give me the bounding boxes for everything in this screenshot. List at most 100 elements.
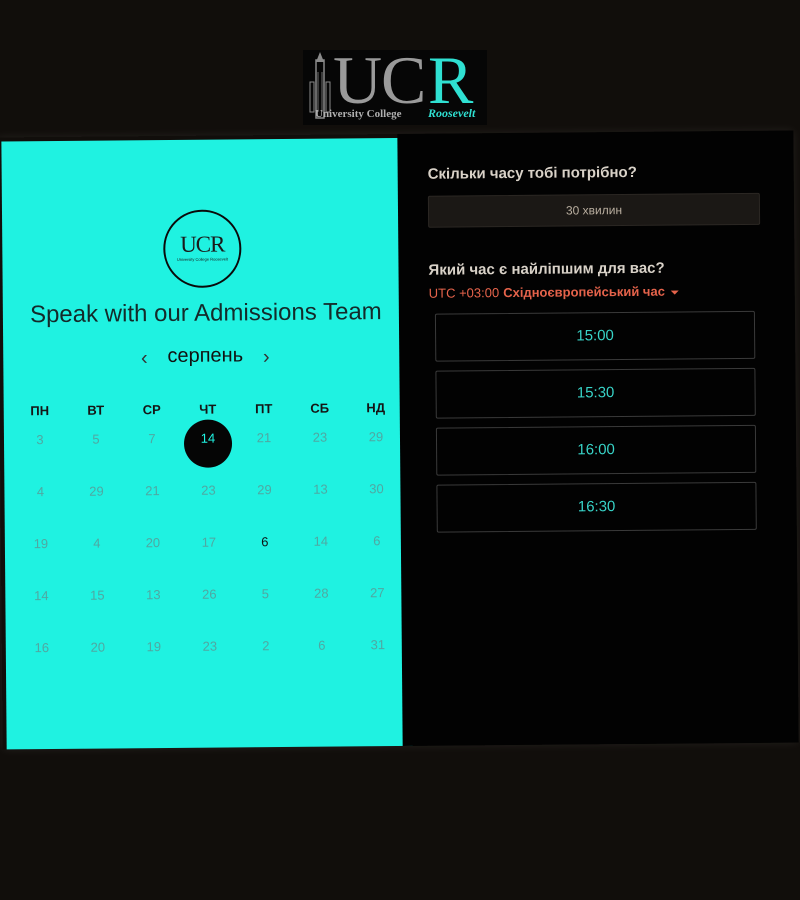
weekday-label: СР [142,402,161,418]
calendar-day-number: 21 [145,483,160,499]
calendar-day-number: 29 [257,482,272,498]
calendar-day[interactable]: 17 [181,526,237,578]
calendar-day[interactable]: 4 [69,527,125,579]
weekday-label: НД [366,400,386,416]
calendar-day-number: 15 [90,587,105,603]
calendar-day-selected[interactable]: 14 [180,422,236,474]
calendar-day-number: 3 [36,432,44,448]
calendar-day-number: 29 [89,483,104,499]
calendar-day[interactable]: 13 [292,473,348,525]
ucr-circle-logo: UCR University College Roosevelt [162,209,242,289]
weekday-label: ПТ [255,401,273,417]
time-slot[interactable]: 16:00 [435,424,757,476]
calendar-day-number: 19 [146,639,162,655]
calendar-day[interactable]: 29 [68,475,124,527]
calendar-day[interactable]: 31 [350,629,406,681]
chevron-right-icon[interactable]: › [256,346,276,369]
calendar-day[interactable]: 14 [13,580,69,632]
weekday-header: ПН ВТ СР ЧТ ПТ СБ НД [12,400,404,418]
calendar-day-number: 21 [256,430,272,446]
calendar-day[interactable]: 14 [293,525,349,577]
calendar-day[interactable]: 20 [70,631,126,683]
calendar-day-number: 28 [314,585,329,601]
calendar-day-number: 4 [93,535,101,551]
calendar-day[interactable]: 6 [237,526,293,578]
calendar-week: 16 20 19 23 2 6 31 [14,629,406,684]
logo-subtitle-accent: Roosevelt [428,106,476,120]
calendar-day-number: 23 [312,429,328,445]
calendar-day-number: 6 [373,533,381,549]
ucr-logo: U C R University College Roosevelt [303,46,487,125]
month-navigation: ‹ серпень › [3,343,409,375]
calendar-day-number: 23 [202,638,218,654]
calendar-day[interactable]: 16 [14,632,70,684]
calendar-day-number: 2 [262,638,270,654]
calendar-day[interactable]: 21 [124,475,180,527]
calendar-day[interactable]: 23 [292,421,348,473]
logo-subtitle: University College [315,108,402,120]
calendar-day[interactable]: 26 [181,578,237,630]
calendar-day-number: 6 [318,637,326,653]
calendar-day[interactable]: 15 [69,579,125,631]
calendar-day-number: 5 [92,431,100,447]
calendar-day-number: 20 [90,639,106,655]
calendar-day[interactable]: 21 [236,422,292,474]
calendar-day[interactable]: 6 [294,629,350,681]
calendar-day[interactable]: 3 [12,424,68,476]
calendar-day[interactable]: 7 [124,423,180,475]
calendar-day[interactable]: 2 [238,630,294,682]
caret-down-icon [670,290,679,295]
logo-letter-u: U [333,42,383,118]
calendar-day[interactable]: 4 [12,476,68,528]
calendar-day-number: 20 [145,535,161,551]
calendar-day[interactable]: 28 [293,577,349,629]
calendar-day-number: 30 [369,481,384,497]
scheduling-card: UCR University College Roosevelt Speak w… [0,130,799,750]
logo-letter-r: R [428,42,474,118]
time-slot[interactable]: 16:30 [436,481,757,533]
duration-question: Скільки часу тобі потрібно? [427,163,637,183]
calendar-day-number: 31 [370,637,386,653]
calendar-day[interactable]: 19 [126,631,182,683]
calendar-day[interactable]: 30 [348,473,404,525]
time-slot[interactable]: 15:00 [434,310,756,362]
weekday-label: СБ [310,400,330,416]
calendar-day-number: 13 [146,587,161,603]
logo-letter-c: C [381,42,427,118]
duration-select[interactable]: 30 хвилин [427,192,761,228]
calendar-day[interactable]: 5 [237,578,293,630]
calendar-day-number: 14 [313,533,329,549]
timezone-selector[interactable]: UTC +03:00 Східноєвропейський час [429,284,679,301]
time-slot[interactable]: 15:30 [435,367,756,419]
calendar-day[interactable]: 20 [125,527,181,579]
calendar-day-number: 14 [200,430,216,446]
calendar-day[interactable]: 29 [348,421,404,473]
calendar-day-number: 27 [370,585,385,601]
weekday-label: ЧТ [199,401,217,417]
calendar-day[interactable]: 23 [180,474,236,526]
calendar-day[interactable]: 19 [13,528,69,580]
calendar-day[interactable]: 29 [236,474,292,526]
page-title: Speak with our Admissions Team [29,298,382,329]
calendar-day-number: 6 [261,534,269,550]
calendar-day-number: 14 [34,588,49,604]
calendar-day[interactable]: 23 [182,630,238,682]
calendar-day-number: 26 [202,586,217,602]
calendar-day[interactable]: 6 [349,525,405,577]
calendar-day-number: 16 [34,640,50,656]
calendar-day[interactable]: 27 [349,577,405,629]
month-label: серпень [167,344,244,368]
weekday-label: ПН [30,403,50,419]
timezone-name: Східноєвропейський час [503,283,665,301]
calendar-day-number: 5 [261,586,270,602]
calendar-day[interactable]: 13 [125,579,181,631]
booking-panel: Скільки часу тобі потрібно? 30 хвилин Як… [397,130,799,746]
time-slot-list: 15:00 15:30 16:00 16:30 [434,310,757,542]
chevron-left-icon[interactable]: ‹ [134,347,154,370]
calendar-week: 4 29 21 23 29 13 30 [12,473,404,528]
calendar-day-number: 4 [36,484,45,500]
calendar-week: 3 5 7 14 21 23 29 [12,421,404,476]
calendar-day[interactable]: 5 [68,423,124,475]
calendar-week: 19 4 20 17 6 14 6 [13,525,405,580]
calendar-day-number: 29 [368,429,384,445]
